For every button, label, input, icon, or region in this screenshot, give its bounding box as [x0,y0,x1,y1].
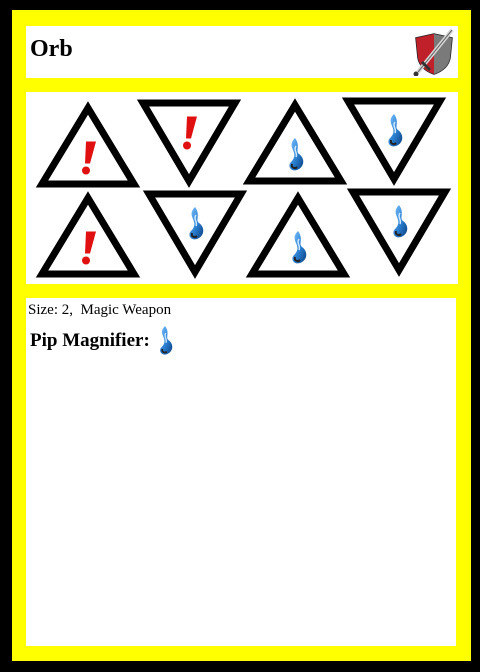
sword-shield-icon [413,28,454,76]
ability-label: Pip Magnifier: [30,330,150,351]
size-label: Size: 2, [28,302,73,318]
pip-triangle-6 [142,190,248,279]
type-label: Magic Weapon [80,302,172,318]
pip-triangle-3 [242,98,348,185]
pip-triangle-5 [35,191,141,278]
ability-line: Pip Magnifier: [30,326,176,356]
card-title: Orb [30,36,73,62]
title-panel: Orb [26,26,458,78]
pip-triangle-8 [346,188,452,277]
blue-flame-icon [158,326,173,356]
pip-triangle-7 [245,191,351,278]
pips-grid [35,97,452,279]
pip-triangle-1 [35,101,141,188]
pip-triangle-2 [136,99,242,188]
pip-triangle-4 [341,97,447,186]
pips-panel [26,92,458,284]
card-stats: Size: 2, Magic Weapon [28,302,171,319]
text-panel: Size: 2, Magic Weapon Pip Magnifier: [26,298,456,646]
